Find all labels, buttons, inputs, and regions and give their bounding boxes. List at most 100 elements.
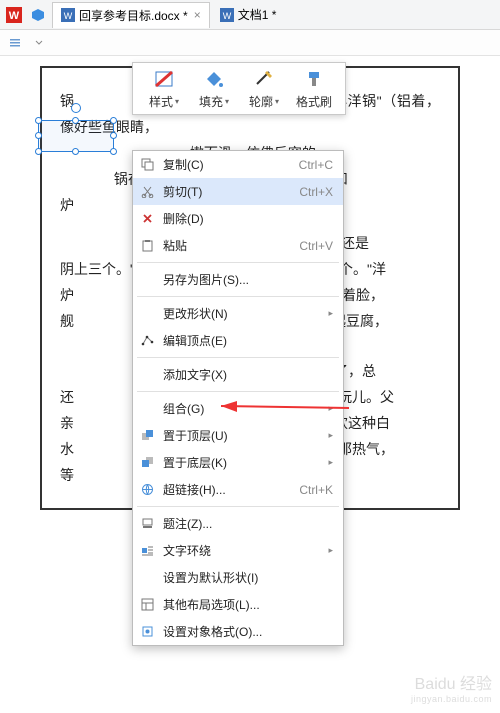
menu-shortcut: Ctrl+X <box>299 185 333 199</box>
watermark: Baidu 经验 jingyan.baidu.com <box>411 677 492 707</box>
svg-text:W: W <box>64 11 73 21</box>
menu-icon <box>139 367 155 383</box>
layout-icon <box>139 597 155 613</box>
wrap-icon <box>139 543 155 559</box>
resize-handle[interactable] <box>110 117 117 124</box>
word-doc-icon: W <box>220 8 234 22</box>
menu-separator <box>137 357 339 358</box>
menu-separator <box>137 296 339 297</box>
tab-label: 文档1 * <box>238 6 277 23</box>
menu-item[interactable]: 更改形状(N) ▸ <box>133 300 343 327</box>
menu-icon <box>139 570 155 586</box>
menu-label: 设置对象格式(O)... <box>163 623 333 640</box>
menu-item[interactable]: 超链接(H)...Ctrl+K <box>133 476 343 503</box>
menu-item[interactable]: 剪切(T)Ctrl+X <box>133 178 343 205</box>
menu-item[interactable]: 删除(D) <box>133 205 343 232</box>
title-bar: W W 回享参考目标.docx * × W 文档1 * <box>0 0 500 30</box>
chevron-right-icon: ▸ <box>328 308 333 319</box>
menu-label: 删除(D) <box>163 210 333 227</box>
chevron-right-icon: ▸ <box>328 430 333 441</box>
resize-handle[interactable] <box>110 148 117 155</box>
resize-handle[interactable] <box>35 117 42 124</box>
chevron-down-icon: ▾ <box>275 97 279 106</box>
menu-shortcut: Ctrl+K <box>299 483 333 497</box>
shape-mini-toolbar: 样式▾ 填充▾ 轮廓▾ 格式刷 <box>132 62 346 115</box>
chevron-right-icon: ▸ <box>328 545 333 556</box>
close-icon[interactable]: × <box>194 8 201 22</box>
paste-icon <box>139 238 155 254</box>
menu-icon <box>139 401 155 417</box>
resize-handle[interactable] <box>72 148 79 155</box>
shape-style-icon <box>152 67 176 91</box>
menu-shortcut: Ctrl+C <box>299 158 333 172</box>
format-painter-icon <box>302 67 326 91</box>
edit-points-icon <box>139 333 155 349</box>
shape-outline-button[interactable]: 轮廓▾ <box>239 67 289 110</box>
menu-icon <box>139 306 155 322</box>
menu-label: 设置为默认形状(I) <box>163 569 333 586</box>
menu-item[interactable]: 编辑顶点(E) <box>133 327 343 354</box>
tab-doc2[interactable]: W 文档1 * <box>212 2 286 28</box>
menu-item[interactable]: 置于顶层(U) ▸ <box>133 422 343 449</box>
menu-item[interactable]: 复制(C)Ctrl+C <box>133 151 343 178</box>
format-painter-button[interactable]: 格式刷 <box>289 67 339 110</box>
menu-item[interactable]: 置于底层(K) ▸ <box>133 449 343 476</box>
menu-label: 置于顶层(U) <box>163 427 324 444</box>
selected-shape[interactable] <box>38 120 114 152</box>
fill-icon <box>202 67 226 91</box>
menu-label: 剪切(T) <box>163 183 299 200</box>
chevron-down-icon[interactable] <box>30 34 48 52</box>
menu-label: 题注(Z)... <box>163 515 333 532</box>
menu-separator <box>137 391 339 392</box>
menu-item[interactable]: 设置为默认形状(I) <box>133 564 343 591</box>
shape-fill-button[interactable]: 填充▾ <box>189 67 239 110</box>
menu-icon <box>139 272 155 288</box>
menu-label: 添加文字(X) <box>163 366 333 383</box>
menu-item[interactable]: 组合(G) ▸ <box>133 395 343 422</box>
menu-item[interactable]: 添加文字(X) <box>133 361 343 388</box>
menu-item[interactable]: 设置对象格式(O)... <box>133 618 343 645</box>
cut-icon <box>139 184 155 200</box>
menu-label: 编辑顶点(E) <box>163 332 333 349</box>
menu-item[interactable]: 其他布局选项(L)... <box>133 591 343 618</box>
bring-front-icon <box>139 428 155 444</box>
app-logo-icon: W <box>4 5 24 25</box>
menu-item[interactable]: 另存为图片(S)... <box>133 266 343 293</box>
tab-doc1[interactable]: W 回享参考目标.docx * × <box>52 2 210 28</box>
menu-label: 粘贴 <box>163 237 299 254</box>
menu-icon[interactable] <box>6 34 24 52</box>
menu-label: 文字环绕 <box>163 542 324 559</box>
menu-label: 更改形状(N) <box>163 305 324 322</box>
menu-label: 另存为图片(S)... <box>163 271 333 288</box>
context-menu: 复制(C)Ctrl+C剪切(T)Ctrl+X删除(D)粘贴Ctrl+V另存为图片… <box>132 150 344 646</box>
menu-item[interactable]: 文字环绕 ▸ <box>133 537 343 564</box>
delete-icon <box>139 211 155 227</box>
resize-handle[interactable] <box>35 148 42 155</box>
menu-shortcut: Ctrl+V <box>299 239 333 253</box>
secondary-toolbar <box>0 30 500 56</box>
chevron-down-icon: ▾ <box>225 97 229 106</box>
resize-handle[interactable] <box>110 132 117 139</box>
box-icon[interactable] <box>28 5 48 25</box>
tab-label: 回享参考目标.docx * <box>79 7 188 24</box>
menu-label: 复制(C) <box>163 156 299 173</box>
chevron-right-icon: ▸ <box>328 403 333 414</box>
send-back-icon <box>139 455 155 471</box>
caption-icon <box>139 516 155 532</box>
copy-icon <box>139 157 155 173</box>
resize-handle[interactable] <box>72 117 79 124</box>
menu-label: 其他布局选项(L)... <box>163 596 333 613</box>
menu-item[interactable]: 粘贴Ctrl+V <box>133 232 343 259</box>
shape-style-button[interactable]: 样式▾ <box>139 67 189 110</box>
menu-label: 置于底层(K) <box>163 454 324 471</box>
menu-label: 超链接(H)... <box>163 481 299 498</box>
menu-label: 组合(G) <box>163 400 324 417</box>
format-icon <box>139 624 155 640</box>
resize-handle[interactable] <box>35 132 42 139</box>
chevron-right-icon: ▸ <box>328 457 333 468</box>
svg-text:W: W <box>222 11 231 21</box>
menu-item[interactable]: 题注(Z)... <box>133 510 343 537</box>
rotate-handle[interactable] <box>71 103 81 113</box>
svg-text:W: W <box>9 10 20 22</box>
menu-separator <box>137 506 339 507</box>
